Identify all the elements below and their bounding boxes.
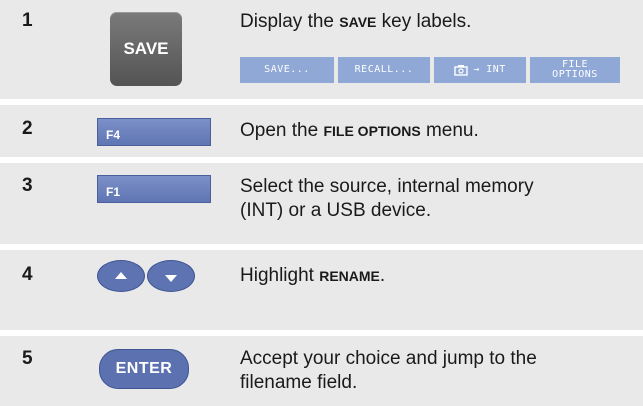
f1-key-label: F1 (106, 185, 121, 199)
desc-line: Accept your choice and jump to the (240, 348, 537, 369)
step-number: 3 (22, 175, 33, 196)
step-3-row: 3 F1 Select the source, internal memory … (0, 163, 643, 244)
step-4-description: Highlight RENAME. (240, 264, 385, 288)
desc-bold: SAVE (339, 14, 377, 30)
arrow-down-key-icon[interactable] (147, 260, 195, 292)
desc-line: filename field. (240, 372, 358, 393)
step-2-description: Open the FILE OPTIONS menu. (240, 119, 479, 143)
desc-line: Select the source, internal memory (240, 176, 534, 197)
step-number: 1 (22, 10, 33, 31)
save-key-label: SAVE (123, 39, 169, 58)
f1-key-button[interactable]: F1 (97, 175, 211, 203)
desc-text: . (379, 265, 386, 286)
step-5-description: Accept your choice and jump to the filen… (240, 347, 537, 395)
step-1-description: Display the SAVE key labels. (240, 10, 471, 34)
arrow-up-key-icon[interactable] (97, 260, 145, 292)
desc-text: Open the (240, 120, 324, 141)
softkey-file-options: FILE OPTIONS (530, 57, 620, 83)
softkey-label: SAVE... (264, 64, 310, 75)
desc-bold: FILE OPTIONS (323, 123, 421, 139)
desc-text: Display the (240, 11, 340, 32)
desc-text: menu. (420, 120, 479, 141)
step-number: 2 (22, 118, 33, 139)
desc-text: Highlight (240, 265, 320, 286)
procedure-steps: 1 SAVE Display the SAVE key labels. SAVE… (0, 0, 643, 406)
softkey-label: → INT (473, 64, 506, 75)
softkey-recall: RECALL... (338, 57, 430, 83)
step-4-row: 4 Highlight RENAME. (0, 250, 643, 330)
enter-key-label: ENTER (115, 360, 173, 377)
f4-key-button[interactable]: F4 (97, 118, 211, 146)
softkey-label: FILE OPTIONS (552, 59, 598, 80)
softkey-save: SAVE... (240, 57, 334, 83)
step-1-row: 1 SAVE Display the SAVE key labels. SAVE… (0, 0, 643, 99)
softkey-label-bar: SAVE... RECALL... → INT FILE OPTIONS (240, 57, 620, 83)
softkey-label: RECALL... (354, 64, 414, 75)
camera-icon (454, 65, 468, 76)
desc-text: key labels. (376, 11, 472, 32)
step-2-row: 2 F4 Open the FILE OPTIONS menu. (0, 105, 643, 157)
desc-bold: RENAME (319, 268, 380, 284)
desc-line: (INT) or a USB device. (240, 200, 432, 221)
step-number: 5 (22, 348, 33, 369)
step-5-row: 5 Accept your choice and jump to the fil… (0, 336, 643, 406)
enter-key-button[interactable]: ENTER (99, 349, 189, 389)
f4-key-label: F4 (106, 128, 121, 142)
softkey-screenshot-int: → INT (434, 57, 526, 83)
step-3-description: Select the source, internal memory (INT)… (240, 175, 534, 223)
save-key-button[interactable]: SAVE (110, 12, 182, 86)
step-number: 4 (22, 264, 33, 285)
